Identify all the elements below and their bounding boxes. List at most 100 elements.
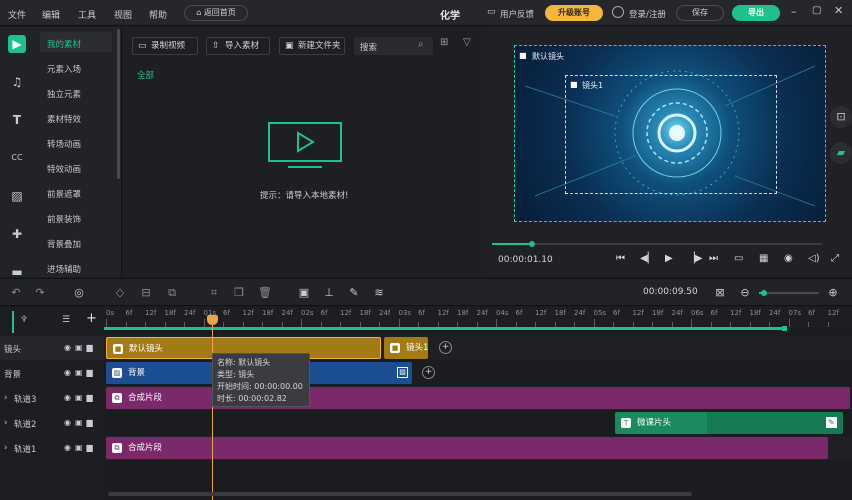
- grid-view-icon[interactable]: ⊞: [440, 37, 448, 48]
- zoom-out-icon[interactable]: ⊖: [738, 286, 752, 300]
- fit-screen-icon[interactable]: ⊡: [830, 106, 852, 128]
- expand-track3-icon[interactable]: ›: [4, 393, 7, 403]
- track-controls[interactable]: ◉▣▆: [64, 418, 97, 427]
- clip-camera1[interactable]: ■ 镜头1: [384, 337, 428, 359]
- preview-progress-knob[interactable]: [528, 241, 535, 247]
- close-icon[interactable]: ✕: [834, 4, 843, 17]
- category-effect-animation[interactable]: 特效动画: [47, 163, 81, 175]
- expand-track1-icon[interactable]: ›: [4, 443, 7, 453]
- delete-icon[interactable]: 🗑: [258, 286, 272, 300]
- track-controls[interactable]: ◉▣▆: [64, 368, 97, 377]
- export-button[interactable]: 导出: [732, 5, 780, 21]
- menu-tools[interactable]: 工具: [78, 8, 96, 21]
- menu-help[interactable]: 帮助: [149, 8, 167, 21]
- clip-weike-title[interactable]: T 微课片头 ✎: [615, 412, 843, 434]
- filter-icon[interactable]: ▽: [463, 37, 471, 48]
- playhead-handle[interactable]: [207, 315, 218, 325]
- category-scrollbar[interactable]: [117, 29, 120, 179]
- step-forward-icon[interactable]: ▕▶: [687, 253, 702, 264]
- import-material-button[interactable]: ⇧ 导入素材: [206, 37, 270, 55]
- music-icon[interactable]: ♫: [8, 73, 26, 91]
- record-icon[interactable]: ◎: [72, 286, 86, 300]
- fit-icon[interactable]: ⊟: [139, 286, 153, 300]
- play-icon[interactable]: ▶: [665, 253, 673, 264]
- new-folder-button[interactable]: ▣ 新建文件夹: [279, 37, 345, 55]
- expand-track2-icon[interactable]: ›: [4, 418, 7, 428]
- grid-icon[interactable]: ▦: [759, 253, 768, 264]
- track-header-track1[interactable]: › 轨道1 ◉▣▆: [0, 436, 104, 460]
- track-header-camera[interactable]: 镜头 ◉▣▆: [0, 336, 104, 360]
- track-settings-icon[interactable]: ☰: [62, 315, 70, 325]
- edit-icon[interactable]: ✎: [347, 286, 361, 300]
- microphone-icon[interactable]: ♆: [20, 315, 28, 325]
- timeline-scrollbar[interactable]: [108, 492, 692, 496]
- category-foreground-mask[interactable]: 前景遮罩: [47, 188, 81, 200]
- category-entrance-assist[interactable]: 进场辅助: [47, 263, 81, 275]
- layer-icon[interactable]: ▰: [830, 142, 852, 164]
- category-element-entrance[interactable]: 元素入场: [47, 63, 81, 75]
- add-track-icon[interactable]: +: [86, 311, 97, 326]
- zoom-in-icon[interactable]: ⊕: [826, 286, 840, 300]
- track-header-track2[interactable]: › 轨道2 ◉▣▆: [0, 411, 104, 435]
- category-transition-animation[interactable]: 转场动画: [47, 138, 81, 150]
- fullscreen-icon[interactable]: ⤢: [831, 253, 839, 264]
- zoom-slider-knob[interactable]: [761, 290, 767, 296]
- crop-icon[interactable]: ⌗: [207, 286, 221, 300]
- subtitle-icon[interactable]: CC: [8, 149, 26, 167]
- step-back-icon[interactable]: ◀▏: [640, 253, 655, 264]
- track-controls[interactable]: ◉▣▆: [64, 393, 97, 402]
- work-area-bar[interactable]: [104, 327, 784, 330]
- plugin-icon[interactable]: ✚: [8, 225, 26, 243]
- preview-canvas[interactable]: ■ 默认镜头 ■ 镜头1: [514, 45, 826, 222]
- login-link[interactable]: 登录/注册: [629, 8, 666, 20]
- menu-file[interactable]: 文件: [8, 8, 26, 21]
- record-video-button[interactable]: ▭ 录制视频: [132, 37, 198, 55]
- camera1-frame[interactable]: ■ 镜头1: [565, 75, 777, 194]
- timeline-area[interactable]: 0s 6f 12f 18f 24f 01s 6f 12f 18f 24f 02s 6f 12f 18f 24…: [104, 307, 852, 500]
- text-icon[interactable]: T: [8, 111, 26, 129]
- work-area-end-handle[interactable]: [782, 326, 787, 331]
- zoom-fit-icon[interactable]: ⊠: [713, 286, 727, 300]
- mask-icon[interactable]: ▨: [8, 187, 26, 205]
- magic-wand-icon[interactable]: ✎: [826, 417, 837, 428]
- maximize-icon[interactable]: ▢: [812, 5, 821, 16]
- back-home-button[interactable]: ⌂ 返回首页: [184, 5, 248, 21]
- filter-all-tab[interactable]: 全部: [137, 69, 154, 81]
- menu-edit[interactable]: 编辑: [42, 8, 60, 21]
- category-standalone-elements[interactable]: 独立元素: [47, 88, 81, 100]
- materials-icon[interactable]: ▶: [8, 35, 26, 53]
- menu-view[interactable]: 视图: [114, 8, 132, 21]
- add-background-icon[interactable]: +: [422, 366, 435, 379]
- volume-icon[interactable]: ◁): [808, 253, 820, 264]
- redo-icon[interactable]: ↷: [33, 286, 47, 300]
- minimize-icon[interactable]: –: [791, 5, 797, 18]
- background-edit-icon[interactable]: ▨: [397, 367, 408, 378]
- category-material-effects[interactable]: 素材特效: [47, 113, 81, 125]
- category-foreground-decoration[interactable]: 前景装饰: [47, 213, 81, 225]
- split-icon[interactable]: ⧉: [165, 286, 179, 300]
- snapshot-icon[interactable]: ◉: [784, 253, 793, 264]
- save-button[interactable]: 保存: [676, 5, 724, 21]
- search-input[interactable]: 搜索 ⌕: [354, 37, 433, 55]
- category-background-overlay[interactable]: 背景叠加: [47, 238, 81, 250]
- skip-forward-icon[interactable]: ⏭: [709, 253, 718, 264]
- undo-icon[interactable]: ↶: [9, 286, 23, 300]
- track-controls[interactable]: ◉▣▆: [64, 343, 97, 352]
- copy-icon[interactable]: ❐: [232, 286, 246, 300]
- upgrade-button[interactable]: 升级账号: [545, 5, 603, 21]
- screen-mode-icon[interactable]: ▭: [734, 253, 743, 264]
- track-header-track3[interactable]: › 轨道3 ◉▣▆: [0, 386, 104, 410]
- skip-back-icon[interactable]: ⏮: [616, 253, 625, 264]
- layers-icon[interactable]: ≋: [372, 286, 386, 300]
- stamp-icon[interactable]: ⊥: [322, 286, 336, 300]
- preview-progress-track[interactable]: [492, 241, 822, 247]
- feedback-link[interactable]: 用户反馈: [500, 8, 534, 20]
- search-icon[interactable]: ⌕: [418, 39, 424, 50]
- image-icon[interactable]: ▣: [297, 286, 311, 300]
- track-controls[interactable]: ◉▣▆: [64, 443, 97, 452]
- clip-composite-track1[interactable]: ⧉ 合成片段: [106, 437, 828, 459]
- track-header-background[interactable]: 背景 ◉▣▆: [0, 361, 104, 385]
- zoom-slider[interactable]: [759, 290, 819, 296]
- category-my-materials[interactable]: 我的素材: [47, 38, 81, 50]
- keyframe-icon[interactable]: ◇: [113, 286, 127, 300]
